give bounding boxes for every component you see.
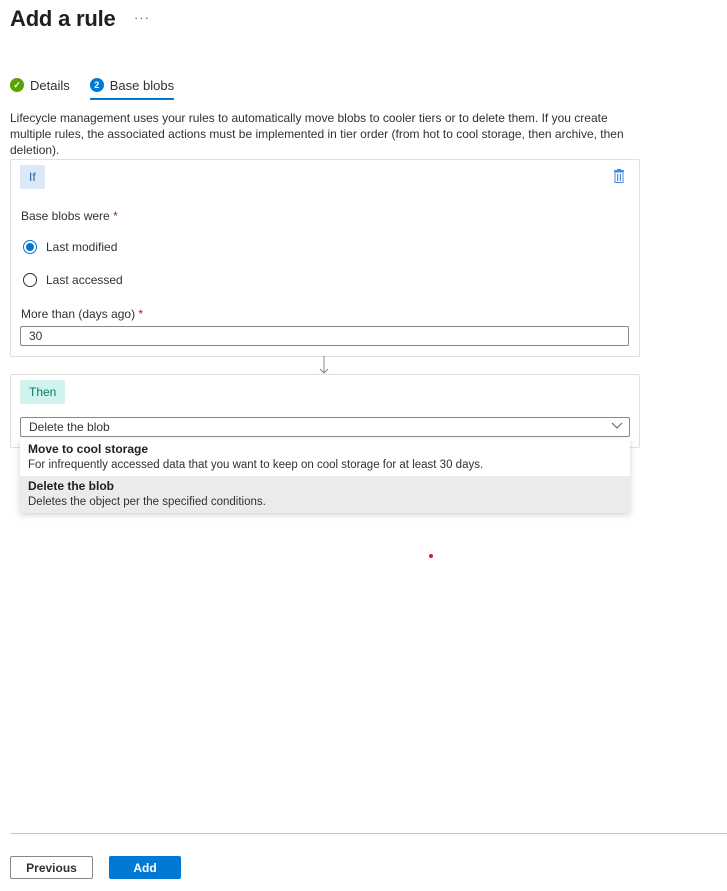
wizard-steps: ✓ Details 2 Base blobs <box>10 74 175 102</box>
description-text: Lifecycle management uses your rules to … <box>10 111 624 157</box>
cursor-marker <box>429 554 433 558</box>
if-tag: If <box>20 165 45 189</box>
action-dropdown-list: Move to cool storage For infrequently ac… <box>20 439 630 513</box>
chevron-down-icon <box>611 422 623 429</box>
base-blobs-label: Base blobs were * <box>21 209 118 223</box>
then-action-card: Then Delete the blob <box>10 374 640 448</box>
radio-last-modified[interactable]: Last modified <box>23 240 117 254</box>
add-button[interactable]: Add <box>109 856 181 879</box>
arrow-down-icon <box>319 356 329 374</box>
tab-base-blobs[interactable]: 2 Base blobs <box>89 74 175 100</box>
previous-button[interactable]: Previous <box>10 856 93 879</box>
if-condition-card: If Base blobs were * Last modified Last … <box>10 159 640 357</box>
page-title: Add a rule <box>10 6 116 31</box>
step-number-icon: 2 <box>89 78 104 92</box>
label-text: More than (days ago) <box>21 307 136 321</box>
option-move-to-cool[interactable]: Move to cool storage For infrequently ac… <box>20 439 630 476</box>
action-dropdown[interactable]: Delete the blob <box>20 417 630 437</box>
then-tag: Then <box>20 380 66 404</box>
check-circle-icon: ✓ <box>10 78 24 92</box>
label-text: Base blobs were <box>21 209 110 223</box>
footer-divider <box>10 833 727 834</box>
tab-details[interactable]: ✓ Details <box>10 74 70 96</box>
option-title: Move to cool storage <box>28 442 149 456</box>
option-title: Delete the blob <box>28 479 115 493</box>
days-label: More than (days ago) * <box>21 307 143 321</box>
required-mark: * <box>138 307 144 321</box>
delete-icon[interactable] <box>613 169 625 183</box>
radio-label: Last modified <box>46 240 118 254</box>
radio-unselected-icon <box>23 273 37 287</box>
required-mark: * <box>113 209 118 223</box>
step-label: Base blobs <box>109 77 175 93</box>
option-delete-blob[interactable]: Delete the blob Deletes the object per t… <box>20 476 630 513</box>
selected-action: Delete the blob <box>29 420 110 434</box>
days-input[interactable]: 30 <box>20 326 629 346</box>
option-subtitle: For infrequently accessed data that you … <box>28 459 484 471</box>
more-options-button[interactable]: ··· <box>134 10 150 25</box>
option-subtitle: Deletes the object per the specified con… <box>28 496 266 508</box>
radio-last-accessed[interactable]: Last accessed <box>23 273 123 287</box>
radio-selected-icon <box>23 240 37 254</box>
radio-label: Last accessed <box>46 273 123 287</box>
step-label: Details <box>30 77 70 93</box>
